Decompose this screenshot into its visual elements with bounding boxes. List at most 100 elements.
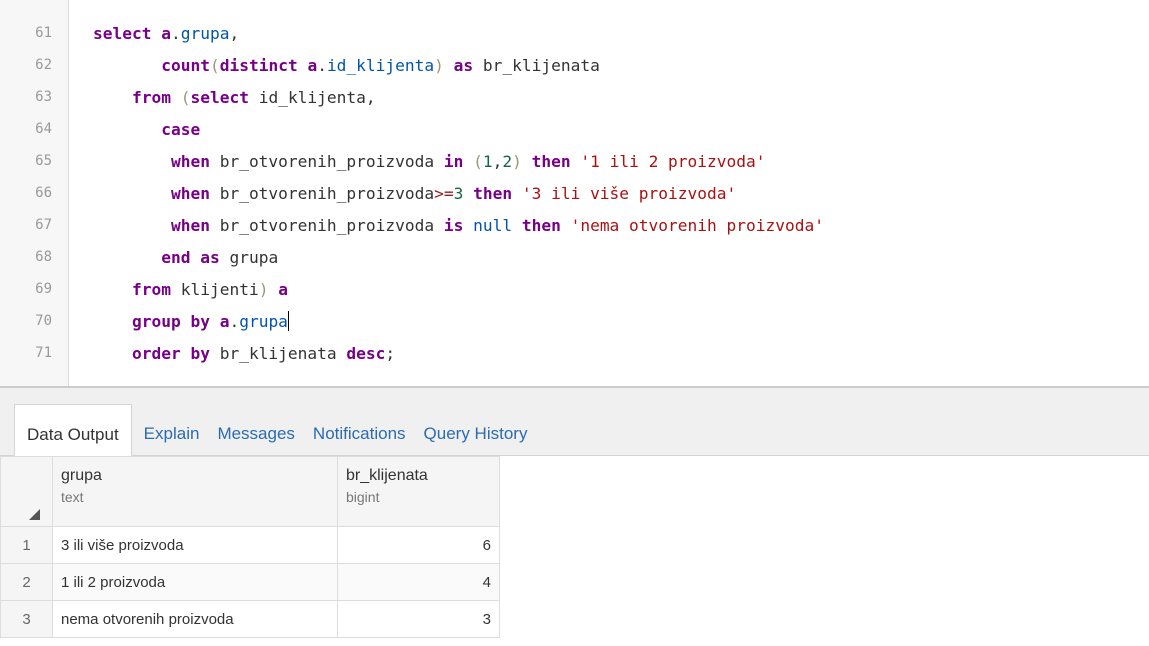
code-line[interactable]: 67 when br_otvorenih_proizvoda is null t… [0, 211, 1149, 240]
tab-query-history[interactable]: Query History [412, 404, 534, 456]
code-token: select [190, 88, 259, 107]
code-line[interactable]: 68 end as grupa [0, 243, 1149, 272]
cell-grupa[interactable]: 1 ili 2 proizvoda [52, 563, 338, 601]
line-number: 71 [35, 345, 52, 361]
code-line[interactable]: 66 when br_otvorenih_proizvoda>=3 then '… [0, 179, 1149, 208]
code-text[interactable]: from (select id_klijenta, [93, 83, 376, 112]
results-grid: grupa text br_klijenata bigint 1 3 ili v… [0, 456, 1149, 646]
cell-br-klijenata[interactable]: 4 [337, 563, 500, 601]
code-line[interactable]: 61 select a.grupa, [0, 19, 1149, 48]
code-text[interactable]: case [93, 115, 200, 144]
cell-br-klijenata[interactable]: 6 [337, 526, 500, 564]
code-text[interactable]: when br_otvorenih_proizvoda is null then… [93, 211, 824, 240]
code-line[interactable]: 69 from klijenti) a [0, 275, 1149, 304]
line-number: 69 [35, 281, 52, 297]
code-token: order by [131, 344, 220, 363]
corner-triangle-icon [29, 509, 40, 520]
code-text[interactable]: group by a.grupa [93, 307, 289, 336]
code-token: 3 [453, 184, 474, 203]
cell-br-klijenata[interactable]: 3 [337, 600, 500, 638]
code-token: when [170, 184, 220, 203]
code-token: ( [209, 56, 220, 75]
output-tabs: Data Output Explain Messages Notifications Q… [14, 404, 533, 456]
line-number: 62 [35, 57, 52, 73]
code-token: desc [346, 344, 386, 363]
code-token: >= [434, 184, 454, 203]
code-token: as [453, 56, 483, 75]
code-token: select [93, 24, 162, 43]
row-number[interactable]: 2 [0, 563, 53, 601]
line-number: 67 [35, 217, 52, 233]
code-text[interactable]: order by br_klijenata desc; [93, 339, 395, 368]
code-token: null [473, 216, 522, 235]
code-token: '3 ili više proizvoda' [521, 184, 737, 203]
code-token: br_klijenata [482, 56, 600, 75]
code-line[interactable]: 64 case [0, 115, 1149, 144]
code-text[interactable]: select a.grupa, [93, 19, 239, 48]
code-text[interactable]: end as grupa [93, 243, 278, 272]
line-number: 68 [35, 249, 52, 265]
code-line[interactable]: 65 when br_otvorenih_proizvoda in (1,2) … [0, 147, 1149, 176]
code-token: a [219, 312, 230, 331]
tab-data-output[interactable]: Data Output [14, 404, 132, 456]
column-type: bigint [346, 489, 380, 505]
code-text[interactable]: count(distinct a.id_klijenta) as br_klij… [93, 51, 600, 80]
cell-grupa[interactable]: nema otvorenih proizvoda [52, 600, 338, 638]
code-token: group by [131, 312, 220, 331]
code-line[interactable]: 70 group by a.grupa [0, 307, 1149, 336]
code-token: count [161, 56, 210, 75]
code-line[interactable]: 62 count(distinct a.id_klijenta) as br_k… [0, 51, 1149, 80]
row-number[interactable]: 1 [0, 526, 53, 564]
table-row[interactable]: 3 nema otvorenih proizvoda 3 [0, 600, 500, 638]
code-token: . [229, 312, 240, 331]
results-table: grupa text br_klijenata bigint 1 3 ili v… [0, 456, 500, 638]
code-token: a [278, 280, 288, 299]
tab-explain[interactable]: Explain [132, 404, 206, 456]
row-number[interactable]: 3 [0, 600, 53, 638]
code-text[interactable]: when br_otvorenih_proizvoda in (1,2) the… [93, 147, 766, 176]
code-token: . [317, 56, 327, 75]
code-text[interactable]: from klijenti) a [93, 275, 288, 304]
code-token: 'nema otvorenih proizvoda' [570, 216, 824, 235]
code-token: klijenti [180, 280, 259, 299]
table-row[interactable]: 1 3 ili više proizvoda 6 [0, 526, 500, 564]
code-text[interactable]: when br_otvorenih_proizvoda>=3 then '3 i… [93, 179, 736, 208]
code-token: then [473, 184, 522, 203]
text-cursor [287, 311, 289, 331]
code-token: ( [473, 152, 483, 171]
code-token: ) [258, 280, 279, 299]
column-header-br-klijenata[interactable]: br_klijenata bigint [337, 456, 500, 527]
code-token: ( [180, 88, 191, 107]
code-token: end [161, 248, 201, 267]
sql-editor[interactable]: 61 select a.grupa, 62 count(distinct a.id_… [0, 0, 1149, 386]
column-name: br_klijenata [346, 467, 428, 484]
code-token: br_otvorenih_proizvoda [219, 216, 444, 235]
output-tab-bar: Data Output Explain Messages Notifications Q… [0, 388, 1149, 456]
code-token: grupa [239, 312, 288, 331]
code-token: in [443, 152, 474, 171]
code-token: grupa [180, 24, 230, 43]
code-line[interactable]: 71 order by br_klijenata desc; [0, 339, 1149, 368]
code-token: then [531, 152, 581, 171]
code-token: case [161, 120, 201, 139]
code-token: br_klijenata [219, 344, 347, 363]
table-row[interactable]: 2 1 ili 2 proizvoda 4 [0, 563, 500, 601]
code-token: when [170, 152, 220, 171]
tab-notifications[interactable]: Notifications [301, 404, 412, 456]
code-token: distinct [219, 56, 308, 75]
code-line[interactable]: 63 from (select id_klijenta, [0, 83, 1149, 112]
code-token: id_klijenta [326, 56, 435, 75]
code-token: as [200, 248, 230, 267]
cell-grupa[interactable]: 3 ili više proizvoda [52, 526, 338, 564]
select-all-corner[interactable] [0, 456, 53, 527]
column-name: grupa [61, 467, 102, 484]
tab-messages[interactable]: Messages [205, 404, 300, 456]
column-header-grupa[interactable]: grupa text [52, 456, 338, 527]
